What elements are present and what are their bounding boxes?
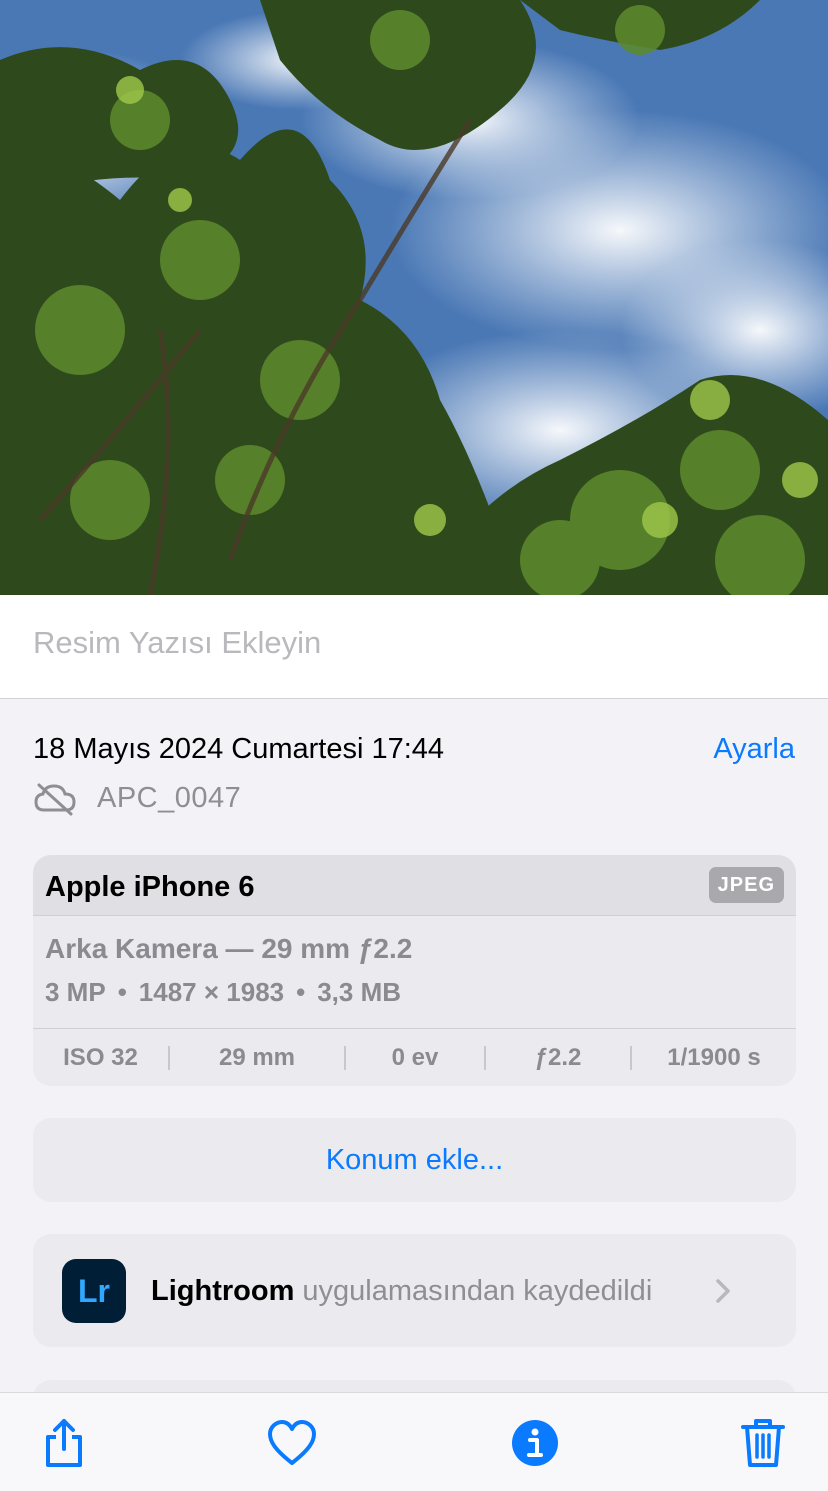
trash-icon[interactable] xyxy=(735,1415,791,1471)
exposure-value: 0 ev xyxy=(391,1043,439,1071)
format-badge: JPEG xyxy=(708,867,784,903)
info-icon[interactable] xyxy=(507,1415,563,1471)
lightroom-icon: Lr xyxy=(62,1259,126,1323)
focal-length-value: 29 mm xyxy=(218,1043,296,1071)
megapixels: 3 MP xyxy=(45,977,106,1007)
photo-date: 18 Mayıs 2024 Cumartesi 17:44 xyxy=(33,733,445,765)
caption-input[interactable] xyxy=(33,625,793,661)
photo-view[interactable] xyxy=(0,0,828,595)
source-app-row[interactable]: Lr Lightroom uygulamasından kaydedildi xyxy=(33,1234,796,1347)
source-app-text: Lightroom uygulamasından kaydedildi xyxy=(151,1275,652,1308)
adjust-date-button[interactable]: Ayarla xyxy=(713,733,795,766)
device-name: Apple iPhone 6 xyxy=(45,871,255,903)
cloud-off-icon xyxy=(34,783,76,816)
aperture-value: ƒ2.2 xyxy=(534,1043,582,1071)
exif-values-row: ISO 32 29 mm 0 ev ƒ2.2 1/1900 s xyxy=(33,1028,796,1086)
exif-header: Apple iPhone 6 JPEG xyxy=(33,855,796,916)
share-icon[interactable] xyxy=(36,1415,92,1471)
add-location-button[interactable]: Konum ekle... xyxy=(33,1118,796,1202)
exif-card: Apple iPhone 6 JPEG Arka Kamera — 29 mm … xyxy=(33,855,796,1086)
lens-info: Arka Kamera — 29 mm ƒ2.2 xyxy=(45,933,413,964)
iso-value: ISO 32 xyxy=(63,1043,138,1071)
resolution: 1487 × 1983 xyxy=(138,977,285,1007)
chevron-right-icon xyxy=(716,1279,730,1303)
separator-dot: • xyxy=(117,977,127,1007)
file-name: APC_0047 xyxy=(97,782,242,814)
bottom-toolbar xyxy=(0,1392,828,1491)
separator-dot: • xyxy=(296,977,306,1007)
image-specs: 3 MP • 1487 × 1983 • 3,3 MB xyxy=(45,977,401,1008)
photo-image xyxy=(0,0,828,595)
app-suffix: uygulamasından kaydedildi xyxy=(294,1275,653,1307)
caption-area xyxy=(0,595,828,699)
app-name: Lightroom xyxy=(151,1275,295,1307)
file-size: 3,3 MB xyxy=(317,977,402,1007)
shutter-value: 1/1900 s xyxy=(667,1043,761,1071)
heart-icon[interactable] xyxy=(264,1415,320,1471)
